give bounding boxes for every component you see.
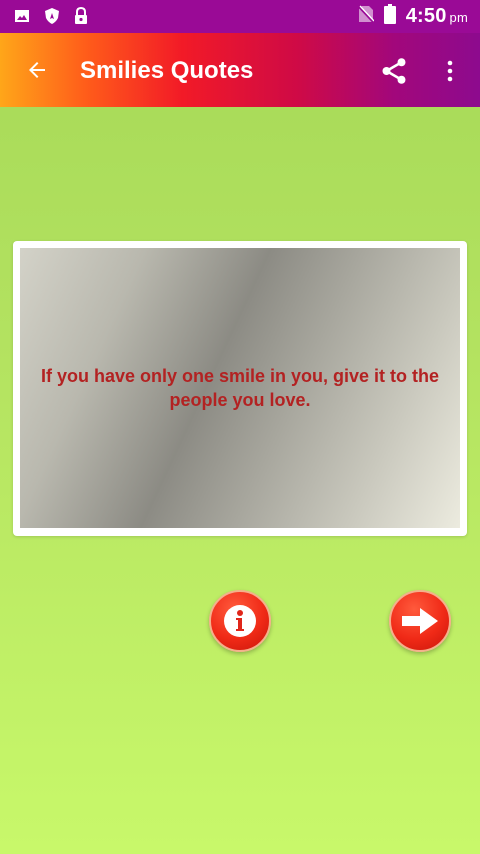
battery-icon: [383, 4, 396, 29]
app-bar: Smilies Quotes: [0, 33, 480, 107]
shield-icon: [44, 7, 60, 30]
quote-background: If you have only one smile in you, give …: [20, 248, 460, 528]
clock-time: 4:50: [405, 5, 447, 27]
more-options-button[interactable]: [436, 53, 464, 89]
status-left-icons: [14, 6, 88, 30]
app-title: Smilies Quotes: [80, 57, 254, 84]
share-button[interactable]: [376, 53, 412, 89]
quote-text: If you have only one smile in you, give …: [40, 366, 440, 410]
clock: 4:50 pm: [406, 5, 468, 28]
no-sim-icon: [357, 5, 375, 28]
back-button[interactable]: [20, 53, 54, 87]
info-icon: [224, 605, 256, 637]
more-vert-icon: [447, 60, 453, 82]
status-bar: 4:50 pm: [0, 0, 480, 33]
clock-ampm: pm: [449, 10, 468, 25]
lock-icon: [74, 6, 88, 30]
back-arrow-icon: [29, 62, 45, 78]
status-right-icons: 4:50 pm: [357, 4, 468, 29]
quote-card: If you have only one smile in you, give …: [13, 241, 467, 536]
share-icon: [382, 58, 406, 84]
next-button[interactable]: [389, 590, 451, 652]
arrow-right-icon: [402, 608, 438, 634]
image-icon: [14, 8, 30, 29]
info-button[interactable]: [209, 590, 271, 652]
